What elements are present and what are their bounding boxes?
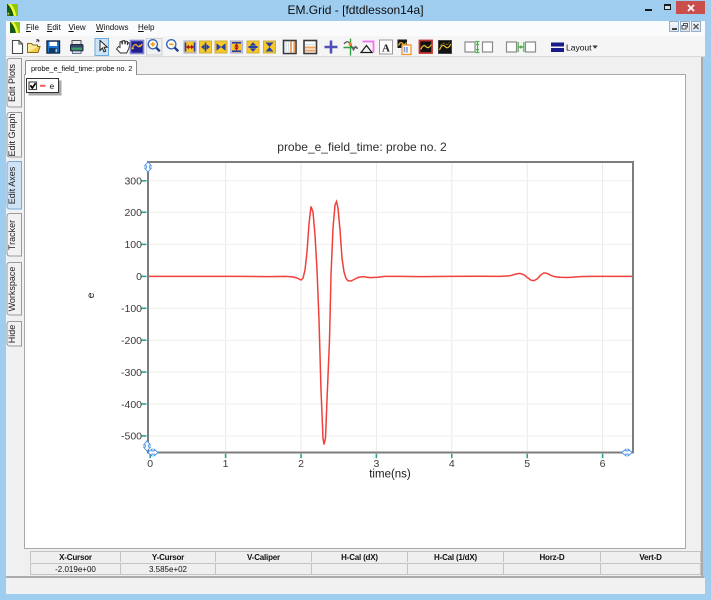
svg-text:probe_e_field_time: probe no.: probe_e_field_time: probe no. 2 bbox=[277, 140, 447, 154]
svg-text:5: 5 bbox=[524, 458, 530, 470]
svg-text:-200: -200 bbox=[121, 335, 142, 347]
svg-text:e: e bbox=[49, 81, 54, 91]
svg-text:time(ns): time(ns) bbox=[369, 469, 411, 481]
svg-text:2: 2 bbox=[298, 458, 304, 470]
svg-text:1: 1 bbox=[223, 458, 229, 470]
svg-text:-300: -300 bbox=[121, 367, 142, 379]
svg-text:0: 0 bbox=[147, 458, 153, 470]
svg-text:0: 0 bbox=[136, 271, 142, 283]
svg-text:6: 6 bbox=[600, 458, 606, 470]
svg-text:-400: -400 bbox=[121, 399, 142, 411]
svg-text:Edit Graph: Edit Graph bbox=[7, 113, 17, 156]
svg-text:100: 100 bbox=[124, 239, 142, 251]
svg-text:Edit Plots: Edit Plots bbox=[7, 63, 17, 102]
svg-text:Workspace: Workspace bbox=[7, 267, 17, 312]
svg-text:4: 4 bbox=[449, 458, 455, 470]
svg-text:Hide: Hide bbox=[7, 325, 17, 344]
svg-text:300: 300 bbox=[124, 176, 142, 188]
svg-text:-500: -500 bbox=[121, 431, 142, 443]
svg-text:200: 200 bbox=[124, 207, 142, 219]
svg-text:e: e bbox=[85, 292, 97, 298]
svg-text:-100: -100 bbox=[121, 303, 142, 315]
svg-text:Edit Axes: Edit Axes bbox=[7, 166, 17, 204]
svg-text:Tracker: Tracker bbox=[7, 220, 17, 250]
svg-text:A: A bbox=[382, 43, 390, 55]
svg-text:Layout: Layout bbox=[566, 43, 592, 53]
